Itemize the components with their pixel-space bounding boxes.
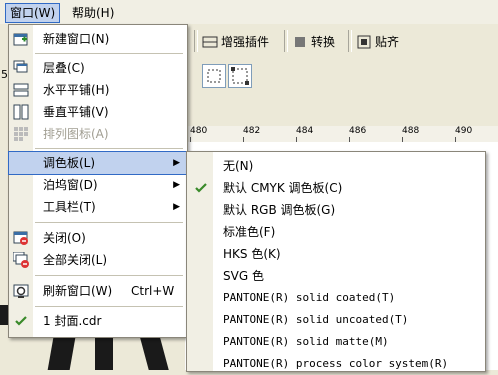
palette-item-pantone-solid-uncoated[interactable]: PANTONE(R) solid uncoated(T) <box>187 309 485 331</box>
snap-icon <box>357 35 371 49</box>
convert-icon <box>295 37 305 47</box>
select-node-button[interactable] <box>202 64 226 88</box>
palette-item-default-rgb[interactable]: 默认 RGB 调色板(G) <box>187 199 485 221</box>
menu-item-tile-horizontal[interactable]: 水平平铺(H) <box>9 79 187 101</box>
snap-button[interactable]: 贴齐 <box>356 32 399 52</box>
region-select-icon <box>231 67 249 85</box>
toolbar-separator <box>284 30 288 52</box>
menu-item-label: 工具栏(T) <box>43 200 96 214</box>
ruler-tick-label: 480 <box>190 126 208 136</box>
snap-label: 贴齐 <box>375 35 400 49</box>
plugin-icon <box>202 36 218 48</box>
menu-window[interactable]: 窗口(W) <box>4 3 61 23</box>
partial-field-value: 5 <box>1 68 8 81</box>
toolbar-separator <box>348 30 352 52</box>
menu-item-label: 默认 RGB 调色板(G) <box>223 203 336 217</box>
palette-item-hks[interactable]: HKS 色(K) <box>187 243 485 265</box>
menu-item-label: 调色板(L) <box>43 156 96 170</box>
ruler-tick-label: 482 <box>243 126 261 136</box>
enhance-plugin-label: 增强插件 <box>221 35 270 49</box>
menu-item-label: 垂直平铺(V) <box>43 105 109 119</box>
color-palette-submenu: 无(N) 默认 CMYK 调色板(C) 默认 RGB 调色板(G) 标准色(F)… <box>186 151 486 372</box>
menu-item-close[interactable]: 关闭(O) <box>9 227 187 249</box>
close-all-icon <box>13 252 29 268</box>
ruler-tick-label: 484 <box>296 126 314 136</box>
window-menu: 新建窗口(N) 层叠(C) 水平平铺(H) 垂直平铺(V) 排列图标(A) 调色… <box>8 24 188 338</box>
ruler-tick-label: 490 <box>455 126 473 136</box>
palette-item-none[interactable]: 无(N) <box>187 155 485 177</box>
menu-item-new-window[interactable]: 新建窗口(N) <box>9 28 187 50</box>
ruler-tick-label: 486 <box>349 126 367 136</box>
menu-item-label: 全部关闭(L) <box>43 253 108 267</box>
submenu-arrow-icon: ▶ <box>173 180 180 190</box>
close-window-icon <box>13 231 28 245</box>
refresh-window-icon <box>13 284 29 298</box>
palette-item-default-cmyk[interactable]: 默认 CMYK 调色板(C) <box>187 177 485 199</box>
menu-item-label: 标准色(F) <box>223 225 276 239</box>
menu-item-label: 水平平铺(H) <box>43 83 110 97</box>
menu-item-label: 默认 CMYK 调色板(C) <box>223 181 343 195</box>
menu-item-label: PANTONE(R) solid matte(M) <box>223 335 389 348</box>
menu-item-label: 排列图标(A) <box>43 127 109 141</box>
enhance-plugin-button[interactable]: 增强插件 <box>202 32 269 52</box>
node-select-icon <box>207 69 221 83</box>
palette-item-pantone-process[interactable]: PANTONE(R) process color system(R) <box>187 353 485 375</box>
menu-item-label: SVG 色 <box>223 269 264 283</box>
menu-item-arrange-icons: 排列图标(A) <box>9 123 187 145</box>
menu-item-label: 关闭(O) <box>43 231 86 245</box>
ruler-tick-label: 488 <box>402 126 420 136</box>
tile-horizontal-icon <box>13 83 29 97</box>
menu-item-label: PANTONE(R) process color system(R) <box>223 357 449 370</box>
menu-item-shortcut: Ctrl+W <box>131 284 175 298</box>
menu-separator <box>35 306 183 307</box>
palette-item-pantone-solid-coated[interactable]: PANTONE(R) solid coated(T) <box>187 287 485 309</box>
menu-item-label: HKS 色(K) <box>223 247 281 261</box>
convert-label: 转换 <box>311 35 336 49</box>
menu-separator <box>35 148 183 149</box>
checkmark-icon <box>15 316 27 326</box>
menubar: 窗口(W) 帮助(H) <box>0 0 498 25</box>
submenu-arrow-icon: ▶ <box>173 158 180 168</box>
horizontal-ruler[interactable]: 480 482 484 486 488 490 <box>185 126 498 143</box>
menu-item-tile-vertical[interactable]: 垂直平铺(V) <box>9 101 187 123</box>
menu-item-cascade[interactable]: 层叠(C) <box>9 57 187 79</box>
toolbar-separator <box>194 30 198 52</box>
menu-separator <box>35 53 183 54</box>
palette-item-standard-colors[interactable]: 标准色(F) <box>187 221 485 243</box>
arrange-icons-icon <box>14 127 28 141</box>
tile-vertical-icon <box>13 104 29 120</box>
menu-item-label: 泊坞窗(D) <box>43 178 98 192</box>
menu-item-dockers[interactable]: 泊坞窗(D) ▶ <box>9 174 187 196</box>
submenu-arrow-icon: ▶ <box>173 202 180 212</box>
menu-item-refresh-window[interactable]: 刷新窗口(W) Ctrl+W <box>9 280 187 302</box>
menu-separator <box>35 275 183 276</box>
menu-item-close-all[interactable]: 全部关闭(L) <box>9 249 187 271</box>
select-region-button[interactable] <box>228 64 252 88</box>
menu-item-color-palettes[interactable]: 调色板(L) ▶ <box>8 151 188 175</box>
cascade-icon <box>13 60 28 73</box>
palette-item-pantone-solid-matte[interactable]: PANTONE(R) solid matte(M) <box>187 331 485 353</box>
menu-separator <box>35 222 183 223</box>
checkmark-icon <box>195 183 207 193</box>
menu-item-label: 刷新窗口(W) <box>43 284 113 298</box>
menu-item-label: PANTONE(R) solid coated(T) <box>223 291 396 304</box>
palette-item-svg[interactable]: SVG 色 <box>187 265 485 287</box>
menu-item-label: PANTONE(R) solid uncoated(T) <box>223 313 409 326</box>
menu-item-label: 1 封面.cdr <box>43 314 102 328</box>
menu-item-label: 无(N) <box>223 159 254 173</box>
new-window-icon <box>13 33 28 46</box>
menu-item-toolbars[interactable]: 工具栏(T) ▶ <box>9 196 187 218</box>
menu-help[interactable]: 帮助(H) <box>68 4 118 22</box>
convert-button[interactable]: 转换 <box>292 32 335 52</box>
menu-item-label: 新建窗口(N) <box>43 32 110 46</box>
menu-item-open-document[interactable]: 1 封面.cdr <box>9 310 187 332</box>
menu-item-label: 层叠(C) <box>43 61 85 75</box>
